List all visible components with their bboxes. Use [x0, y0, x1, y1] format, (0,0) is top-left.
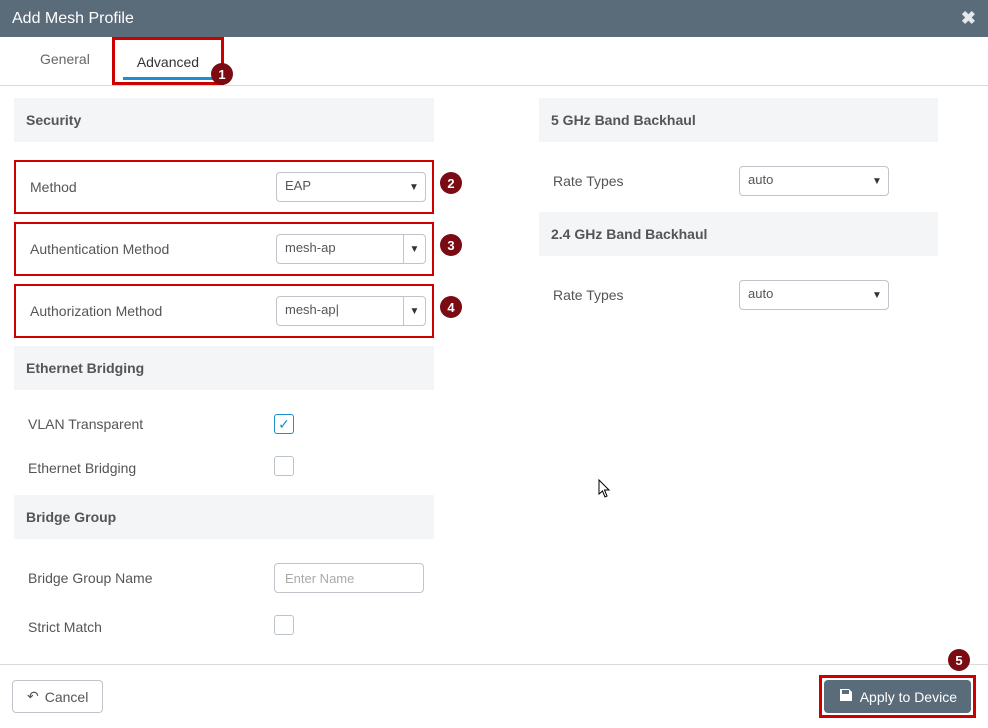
tab-general-label: General — [40, 51, 90, 67]
save-icon — [838, 687, 854, 706]
apply-to-device-button[interactable]: Apply to Device — [824, 680, 971, 713]
footer: ↶ Cancel 5 Apply to Device — [0, 664, 988, 728]
chevron-down-icon: ▼ — [403, 297, 425, 325]
ethernet-bridging-checkbox[interactable] — [274, 456, 294, 476]
authz-method-label: Authorization Method — [26, 303, 276, 319]
chevron-down-icon: ▼ — [403, 173, 425, 201]
authz-method-dropdown[interactable]: mesh-ap| ▼ — [276, 296, 426, 326]
row-bridge-group-name: Bridge Group Name — [14, 557, 434, 599]
auth-method-dropdown[interactable]: mesh-ap ▼ — [276, 234, 426, 264]
cancel-label: Cancel — [45, 689, 89, 705]
method-value: EAP — [277, 173, 403, 201]
section-security: Security — [14, 98, 434, 142]
section-ethernet-bridging: Ethernet Bridging — [14, 346, 434, 390]
rate-types-24-label: Rate Types — [549, 287, 739, 303]
tabs: General Advanced 1 — [0, 37, 988, 86]
bridge-group-name-label: Bridge Group Name — [24, 570, 274, 586]
auth-method-value: mesh-ap — [277, 235, 403, 263]
section-24ghz: 2.4 GHz Band Backhaul — [539, 212, 938, 256]
method-label: Method — [26, 179, 276, 195]
row-24ghz-rate-types: Rate Types auto ▼ — [539, 274, 938, 316]
chevron-down-icon: ▼ — [866, 281, 888, 309]
tab-advanced[interactable]: Advanced — [112, 37, 224, 85]
row-authz-method: Authorization Method mesh-ap| ▼ 4 — [14, 284, 434, 338]
strict-match-checkbox[interactable] — [274, 615, 294, 635]
rate-types-5-label: Rate Types — [549, 173, 739, 189]
tab-general[interactable]: General — [18, 37, 112, 85]
section-5ghz: 5 GHz Band Backhaul — [539, 98, 938, 142]
callout-3: 3 — [440, 234, 462, 256]
row-vlan-transparent: VLAN Transparent ✓ — [14, 408, 434, 440]
window-title: Add Mesh Profile — [12, 10, 134, 28]
close-icon[interactable]: ✖ — [961, 8, 976, 29]
rate-types-5-value: auto — [740, 167, 866, 195]
row-5ghz-rate-types: Rate Types auto ▼ — [539, 160, 938, 202]
rate-types-24-dropdown[interactable]: auto ▼ — [739, 280, 889, 310]
callout-4: 4 — [440, 296, 462, 318]
rate-types-5-dropdown[interactable]: auto ▼ — [739, 166, 889, 196]
vlan-transparent-label: VLAN Transparent — [24, 416, 274, 432]
ethernet-bridging-label: Ethernet Bridging — [24, 460, 274, 476]
section-bridge-group: Bridge Group — [14, 495, 434, 539]
row-method: Method EAP ▼ 2 — [14, 160, 434, 214]
right-column: 5 GHz Band Backhaul Rate Types auto ▼ 2.… — [444, 92, 988, 654]
authz-method-value: mesh-ap| — [277, 297, 403, 325]
apply-wrap: Apply to Device — [819, 675, 976, 718]
callout-2: 2 — [440, 172, 462, 194]
auth-method-label: Authentication Method — [26, 241, 276, 257]
left-column: Security Method EAP ▼ 2 Authentication M… — [4, 92, 444, 654]
row-auth-method: Authentication Method mesh-ap ▼ 3 — [14, 222, 434, 276]
chevron-down-icon: ▼ — [403, 235, 425, 263]
tab-advanced-label: Advanced — [137, 54, 199, 70]
rate-types-24-value: auto — [740, 281, 866, 309]
apply-label: Apply to Device — [860, 689, 957, 705]
content: Security Method EAP ▼ 2 Authentication M… — [0, 86, 988, 664]
method-dropdown[interactable]: EAP ▼ — [276, 172, 426, 202]
row-ethernet-bridging: Ethernet Bridging — [14, 450, 434, 485]
bridge-group-name-input[interactable] — [274, 563, 424, 593]
chevron-down-icon: ▼ — [866, 167, 888, 195]
titlebar: Add Mesh Profile ✖ — [0, 0, 988, 37]
vlan-transparent-checkbox[interactable]: ✓ — [274, 414, 294, 434]
undo-icon: ↶ — [27, 688, 39, 705]
callout-1: 1 — [211, 63, 233, 85]
cancel-button[interactable]: ↶ Cancel — [12, 680, 103, 713]
strict-match-label: Strict Match — [24, 619, 274, 635]
callout-5: 5 — [948, 649, 970, 671]
